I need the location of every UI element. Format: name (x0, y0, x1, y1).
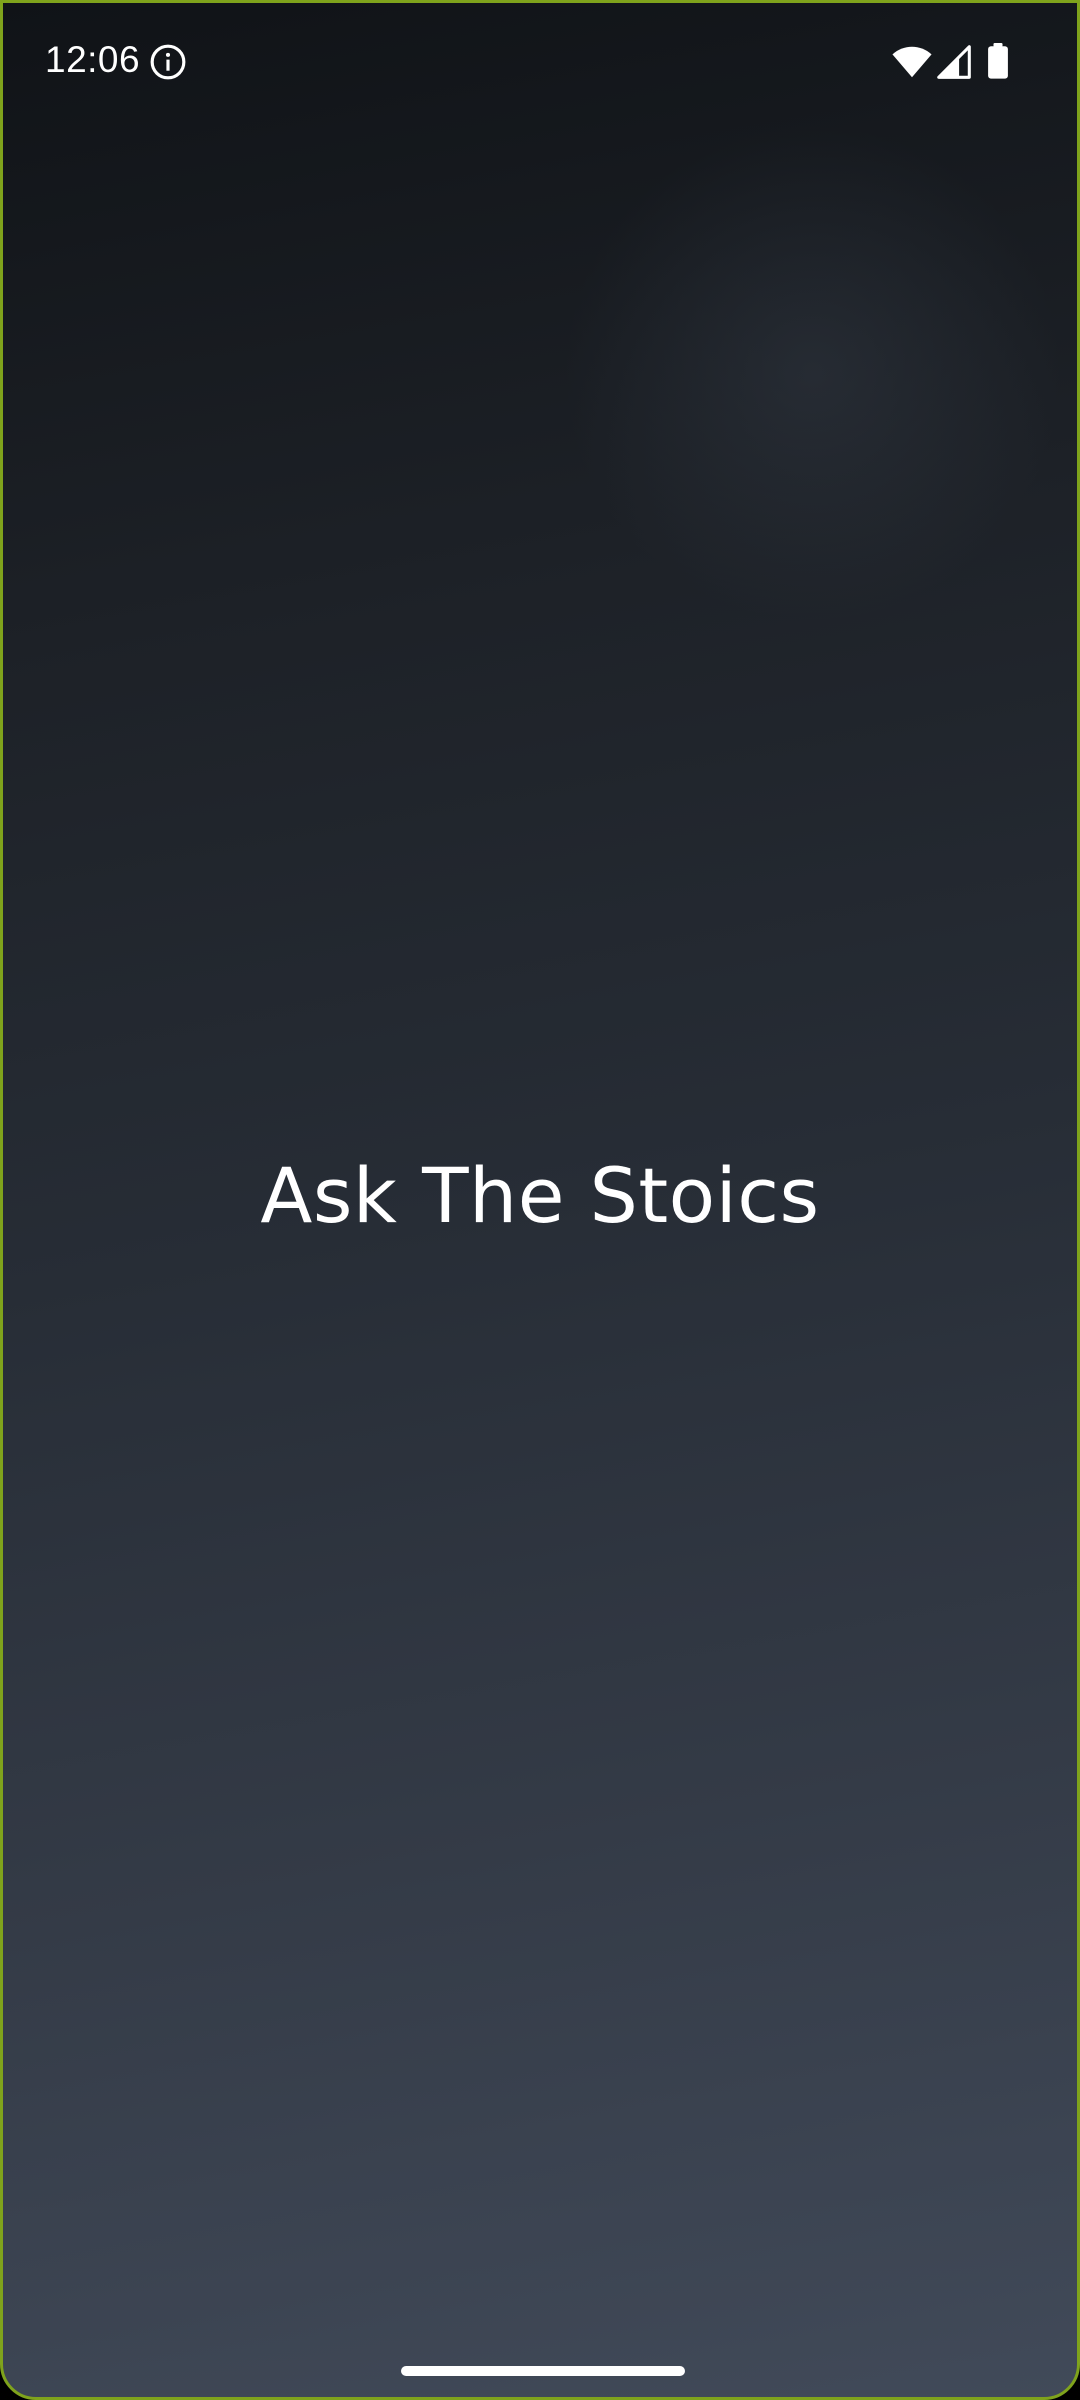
info-icon (150, 44, 186, 80)
battery-icon (988, 43, 1008, 79)
splash-screen: 12:06 Ask The Stoics (0, 0, 1080, 2400)
background-glow (563, 123, 1063, 623)
signal-icon (937, 45, 971, 79)
wifi-icon (892, 46, 932, 78)
app-title: Ask The Stoics (260, 1151, 820, 1240)
status-bar: 12:06 (3, 3, 1077, 121)
home-indicator[interactable] (401, 2366, 685, 2376)
status-time: 12:06 (45, 39, 141, 80)
